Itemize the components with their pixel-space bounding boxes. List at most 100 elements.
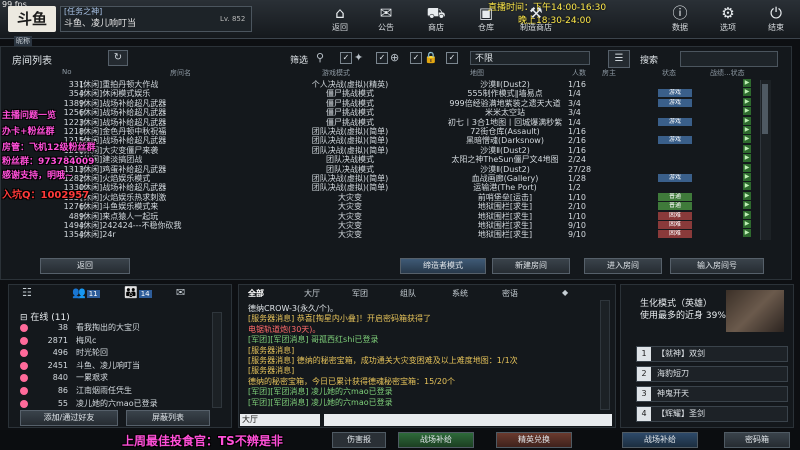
join-arrow-icon[interactable]: ▶	[743, 135, 751, 144]
room-status-badge: 游戏	[658, 117, 692, 126]
filter-checkbox-3[interactable]: ✓	[410, 52, 422, 64]
chat-tab-all[interactable]: 全部	[248, 288, 264, 299]
slot-label: 海豹短刀	[657, 369, 689, 378]
weapon-slot[interactable]: 1 【就神】双剑	[636, 346, 788, 362]
online-status-icon	[20, 324, 28, 332]
block-list-button[interactable]: 屏蔽列表	[126, 410, 210, 426]
join-arrow-icon[interactable]: ▶	[743, 144, 751, 153]
filter-checkbox-2[interactable]: ✓	[376, 52, 388, 64]
back-button[interactable]: 返回	[40, 258, 130, 274]
weapon-slot[interactable]: 2 海豹短刀	[636, 366, 788, 382]
friend-number: 55	[57, 398, 68, 408]
craft-icon: ⚒	[529, 4, 543, 22]
friend-name: 看我掏出的大宝贝	[76, 323, 140, 332]
join-arrow-icon[interactable]: ▶	[743, 107, 751, 116]
friends-tab-mail[interactable]: ✉	[176, 286, 185, 299]
join-arrow-icon[interactable]: ▶	[743, 182, 751, 191]
chat-message: [军团][军团消息] 凌儿她的六mao已登录	[248, 397, 393, 407]
elite-exchange-button[interactable]: 精英兑换	[496, 432, 572, 448]
col-count: 人数	[572, 69, 586, 77]
damage-report-button[interactable]: 伤害报	[332, 432, 386, 448]
friend-item[interactable]: 55 凌儿她的六mao已登录	[20, 398, 210, 410]
join-arrow-icon[interactable]: ▶	[743, 201, 751, 210]
douyu-logo: 斗鱼	[8, 6, 56, 32]
enter-room-button[interactable]: 进入房间	[584, 258, 662, 274]
nav-exit-button[interactable]: ⏻ 结束	[756, 2, 796, 36]
chat-tab-lobby[interactable]: 大厅	[304, 288, 320, 299]
join-arrow-icon[interactable]: ▶	[743, 191, 751, 200]
friends-tab-guild[interactable]: 👪 14	[124, 286, 152, 299]
friends-tab-list[interactable]: ☷	[22, 286, 32, 299]
friend-item[interactable]: 86 江南烟雨任凭生	[20, 385, 210, 397]
join-arrow-icon[interactable]: ▶	[743, 210, 751, 219]
room-row[interactable]: 1354 [休闲]24r 大灾变 地狱围栏[求生] 9/10 困难 ▶	[40, 229, 760, 240]
home-icon: ⌂	[335, 4, 345, 22]
add-friend-button[interactable]: 添加/通过好友	[20, 410, 118, 426]
join-arrow-icon[interactable]: ▶	[743, 154, 751, 163]
chat-settings-icon[interactable]: ◆	[562, 288, 568, 297]
nav-label: 数据	[672, 23, 688, 32]
chat-tab-whisper[interactable]: 密语	[502, 288, 518, 299]
password-box-button[interactable]: 密码箱	[724, 432, 790, 448]
join-arrow-icon[interactable]: ▶	[743, 229, 751, 238]
room-table-header: No 房间名 游戏模式 地图 人数 房主 状态 战绩...状态	[40, 68, 770, 78]
join-arrow-icon[interactable]: ▶	[743, 126, 751, 134]
map-filter-select[interactable]: 不限	[470, 51, 590, 65]
nav-options-button[interactable]: ⚙ 选项	[708, 2, 748, 36]
nav-shop-button[interactable]: ⛟ 商店	[416, 2, 456, 36]
chat-tab-team[interactable]: 组队	[400, 288, 416, 299]
weapon-slot[interactable]: 4 【辉耀】圣剑	[636, 406, 788, 422]
join-arrow-icon[interactable]: ▶	[743, 173, 751, 181]
friend-item[interactable]: 840 一累艰求	[20, 372, 210, 384]
nav-label: 仓库	[478, 23, 494, 32]
room-list-scroll-thumb[interactable]	[762, 84, 768, 134]
character-portrait	[726, 290, 784, 332]
room-mode: 大灾变	[338, 230, 362, 240]
friend-item[interactable]: 2871 梅风c	[20, 335, 210, 347]
nav-craft-button[interactable]: ⚒ 制造商店	[512, 2, 560, 36]
join-arrow-icon[interactable]: ▶	[743, 79, 751, 87]
room-table-body: 331 [休闲]重拍丹顿大作战 个人决战(虚拟)(精英) 沙漠Ⅱ(Dust2) 1/16…	[40, 79, 760, 239]
room-status-badge: 游戏	[658, 174, 692, 182]
friends-tab-friends[interactable]: 👥 11	[72, 286, 100, 299]
join-arrow-icon[interactable]: ▶	[743, 97, 751, 106]
warehouse-icon: ▣	[478, 4, 494, 22]
chat-tab-system[interactable]: 系统	[452, 288, 468, 299]
chat-tab-legion[interactable]: 军团	[352, 288, 368, 299]
nav-notice-button[interactable]: ✉ 公告	[366, 2, 406, 36]
refresh-button[interactable]: ↻	[108, 50, 128, 66]
slot-label: 【就神】双剑	[657, 349, 705, 358]
online-status-icon	[20, 349, 28, 358]
join-arrow-icon[interactable]: ▶	[743, 88, 751, 97]
supply-button[interactable]: 战场补给	[398, 432, 474, 448]
friend-item[interactable]: 496 时光轮回	[20, 347, 210, 359]
search-input[interactable]	[680, 51, 778, 67]
gear-icon: ⚙	[721, 4, 735, 22]
chat-channel-select[interactable]: 大厅	[240, 414, 320, 426]
nav-home-button[interactable]: ⌂ 返回	[320, 2, 360, 36]
nav-data-button[interactable]: ⓘ 数据	[660, 2, 700, 36]
join-arrow-icon[interactable]: ▶	[743, 163, 751, 172]
slot-key: 1	[637, 347, 651, 361]
nav-warehouse-button[interactable]: ▣ 仓库	[466, 2, 506, 36]
join-arrow-icon[interactable]: ▶	[743, 116, 751, 125]
filter-checkbox-4[interactable]: ✓	[446, 52, 458, 64]
friend-number: 496	[52, 348, 68, 358]
friend-name: 时光轮回	[76, 348, 108, 358]
filter-checkbox-1[interactable]: ✓	[340, 52, 352, 64]
enter-room-number-button[interactable]: 输入房间号	[670, 258, 764, 274]
chat-input[interactable]	[324, 414, 612, 426]
friend-item[interactable]: 38 看我掏出的大宝贝	[20, 322, 210, 334]
creator-mode-button[interactable]: 缔造者模式	[400, 258, 486, 274]
friend-list-scrollbar[interactable]	[212, 312, 222, 408]
chat-scrollbar[interactable]	[600, 300, 610, 410]
list-view-button[interactable]: ☰	[608, 50, 630, 68]
weapon-slot[interactable]: 3 神鬼开天	[636, 386, 788, 402]
chat-message: [军团][军团消息] 哥孤西红shi已登录	[248, 335, 379, 345]
overlay-thanks: 感谢支持，明哦~	[2, 171, 73, 181]
friend-item[interactable]: 2451 斗鱼、凌儿响叮当	[20, 360, 210, 372]
battle-supply-button[interactable]: 战场补给	[622, 432, 698, 448]
col-no: No	[62, 68, 72, 76]
new-room-button[interactable]: 新建房间	[492, 258, 570, 274]
join-arrow-icon[interactable]: ▶	[743, 220, 751, 228]
